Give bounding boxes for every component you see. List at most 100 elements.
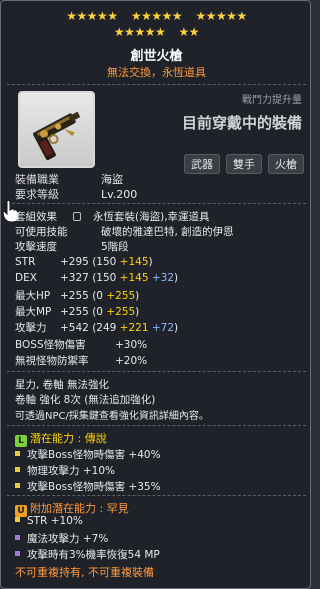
stat-close: ) bbox=[135, 290, 140, 302]
additional-potential-line: 魔法攻擊力 +7% bbox=[15, 531, 108, 546]
tag-weapon: 武器 bbox=[184, 154, 220, 174]
stat-label: 攻擊力 bbox=[15, 322, 47, 334]
potential-text: 攻擊Boss怪物時傷害 +35% bbox=[27, 481, 161, 493]
tag-two-handed: 雙手 bbox=[226, 154, 262, 174]
stat-label: DEX bbox=[15, 272, 37, 284]
stat-base: (249 bbox=[92, 322, 117, 334]
stat-base: (150 bbox=[92, 272, 117, 284]
job-value: 海盜 bbox=[101, 173, 123, 186]
star-enhance-line-3: 可透過NPC/採集鍵查看強化資訊詳細內容。 bbox=[15, 411, 209, 422]
star-force-row-2: ★★★★★ ★★ bbox=[1, 26, 312, 39]
equipped-status-label: 目前穿戴中的裝備 bbox=[181, 114, 302, 132]
stat-row-dex: DEX +327 (150 +145 +32) bbox=[15, 272, 178, 284]
additional-potential-line: STR +10% bbox=[15, 515, 83, 527]
ignore-defense-label: 無視怪物防禦率 bbox=[15, 355, 89, 367]
potential-header: L 潛在能力 : 傳說 bbox=[15, 430, 107, 447]
stat-row-mp: 最大MP +255 (0 +255) bbox=[15, 304, 139, 319]
stat-close: ) bbox=[148, 256, 153, 268]
star-group: ★★ bbox=[178, 25, 200, 39]
potential-text: 物理攻擊力 +10% bbox=[27, 465, 115, 477]
speed-row: 攻擊速度 5階段 bbox=[15, 239, 129, 254]
speed-label: 攻擊速度 bbox=[15, 241, 57, 253]
stat-base: (150 bbox=[92, 256, 117, 268]
potential-label: 潛在能力 : 傳說 bbox=[30, 432, 107, 445]
potential-text: 攻擊Boss怪物時傷害 +40% bbox=[27, 449, 161, 461]
item-icon-frame bbox=[18, 91, 95, 168]
stat-label: 最大HP bbox=[15, 290, 51, 302]
divider bbox=[7, 84, 306, 85]
skill-row: 可使用技能 破壞的雅達巴特, 創造的伊恩 bbox=[15, 224, 234, 239]
stat-row-attack: 攻擊力 +542 (249 +221 +72) bbox=[15, 320, 178, 335]
additional-potential-label: 附加潛在能力 : 罕見 bbox=[30, 502, 129, 515]
stat-base: (0 bbox=[92, 306, 103, 318]
legendary-grade-icon: L bbox=[15, 435, 27, 447]
potential-line: 攻擊Boss怪物時傷害 +40% bbox=[15, 447, 161, 462]
boss-damage-row: BOSS怪物傷害 +30% bbox=[15, 337, 147, 352]
star-enhance-line-1: 星力, 卷軸 無法強化 bbox=[15, 379, 110, 391]
divider bbox=[7, 495, 306, 496]
boss-damage-label: BOSS怪物傷害 bbox=[15, 339, 86, 351]
boss-damage-value: +30% bbox=[115, 339, 148, 351]
stat-bonus: +145 bbox=[119, 272, 149, 284]
potential-line: 攻擊Boss怪物時傷害 +35% bbox=[15, 479, 161, 494]
ignore-defense-value: +20% bbox=[115, 355, 148, 367]
combat-power-label: 戰鬥力提升量 bbox=[242, 95, 302, 106]
stat-label: STR bbox=[15, 256, 36, 268]
set-effect-label: 套組效果 bbox=[15, 211, 57, 223]
bullet-icon bbox=[15, 483, 20, 488]
stat-bonus: +255 bbox=[106, 290, 136, 302]
stat-row-hp: 最大HP +255 (0 +255) bbox=[15, 288, 139, 303]
skill-label: 可使用技能 bbox=[15, 226, 68, 238]
item-name: 創世火槍 bbox=[130, 49, 183, 64]
stat-total: +295 bbox=[60, 256, 89, 268]
level-value: Lv.200 bbox=[101, 188, 138, 201]
star-group: ★★★★★ bbox=[195, 9, 247, 23]
footer-warning: 不可重複持有, 不可重複裝備 bbox=[15, 566, 154, 579]
bullet-icon bbox=[15, 535, 20, 540]
stat-scroll: +72 bbox=[151, 322, 175, 334]
item-tags: 武器 雙手 火槍 bbox=[184, 154, 304, 174]
stat-close: ) bbox=[135, 306, 140, 318]
set-effect-row: 套組效果 永恆套裝(海盜),幸運道具 bbox=[15, 209, 210, 224]
set-effect-value: 永恆套裝(海盜),幸運道具 bbox=[93, 211, 210, 223]
additional-text: 魔法攻擊力 +7% bbox=[27, 533, 109, 545]
stat-bonus: +221 bbox=[119, 322, 149, 334]
level-row: 要求等級 Lv.200 bbox=[15, 186, 137, 202]
stat-bonus: +145 bbox=[119, 256, 149, 268]
divider bbox=[7, 425, 306, 426]
stat-base: (0 bbox=[92, 290, 103, 302]
skill-value: 破壞的雅達巴特, 創造的伊恩 bbox=[101, 226, 234, 238]
additional-text: STR +10% bbox=[27, 515, 83, 527]
ignore-defense-row: 無視怪物防禦率 +20% bbox=[15, 353, 147, 368]
stat-total: +327 bbox=[60, 272, 89, 284]
lock-icon bbox=[73, 212, 81, 221]
additional-potential-line: 攻擊時有3%機率恢復54 MP bbox=[15, 547, 160, 562]
stat-scroll: +32 bbox=[151, 272, 175, 284]
stat-total: +255 bbox=[60, 290, 89, 302]
pistol-weapon-icon bbox=[33, 111, 81, 161]
bullet-icon bbox=[15, 451, 20, 456]
star-enhance-line-2: 卷軸 強化 8次 (無法追加強化) bbox=[15, 394, 156, 406]
star-group: ★★★★★ bbox=[113, 25, 166, 39]
level-label: 要求等級 bbox=[15, 188, 59, 201]
speed-value: 5階段 bbox=[101, 241, 129, 253]
stat-row-str: STR +295 (150 +145) bbox=[15, 256, 153, 268]
stat-total: +542 bbox=[60, 322, 89, 334]
stat-close: ) bbox=[174, 322, 179, 334]
star-force-row-1: ★★★★★ ★★★★★ ★★★★★ bbox=[1, 10, 312, 23]
divider bbox=[7, 203, 306, 204]
item-subtitle: 無法交換，永恆道具 bbox=[107, 66, 206, 79]
star-group: ★★★★★ bbox=[130, 9, 183, 23]
job-row: 裝備職業 海盜 bbox=[15, 171, 123, 187]
stat-total: +255 bbox=[60, 306, 89, 318]
star-group: ★★★★★ bbox=[66, 9, 118, 23]
divider bbox=[7, 371, 306, 372]
item-tooltip-panel: ★★★★★ ★★★★★ ★★★★★ ★★★★★ ★★ 創世火槍 無法交換，永恆道… bbox=[0, 0, 311, 589]
bullet-icon bbox=[15, 551, 20, 556]
bullet-icon bbox=[15, 467, 20, 472]
stat-label: 最大MP bbox=[15, 306, 52, 318]
potential-line: 物理攻擊力 +10% bbox=[15, 463, 115, 478]
stat-close: ) bbox=[174, 272, 179, 284]
stat-bonus: +255 bbox=[106, 306, 136, 318]
bullet-icon bbox=[15, 517, 20, 522]
